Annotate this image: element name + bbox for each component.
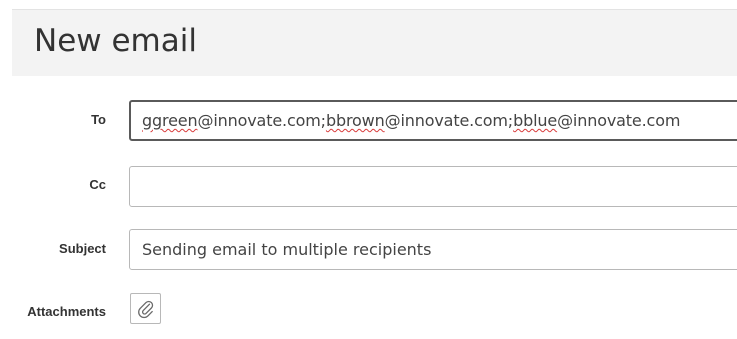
page-title: New email: [34, 23, 197, 59]
misspelled-recipient-text: ggreen: [142, 111, 198, 130]
compose-email-window: New email To ggreen@innovate.com;bbrown@…: [0, 0, 737, 339]
to-field[interactable]: ggreen@innovate.com;bbrown@innovate.com;…: [129, 100, 737, 141]
recipient-domain-text: @innovate.com;: [197, 111, 326, 130]
subject-label: Subject: [59, 241, 106, 256]
recipient-domain-text: @innovate.com: [557, 111, 681, 130]
paperclip-icon: [137, 300, 153, 318]
subject-field[interactable]: Sending email to multiple recipients: [129, 229, 737, 270]
recipient-domain-text: @innovate.com;: [384, 111, 514, 130]
compose-header: New email: [12, 10, 737, 76]
attachments-label: Attachments: [27, 304, 106, 319]
cc-label: Cc: [89, 177, 106, 192]
misspelled-recipient-text: bbrown: [325, 111, 385, 130]
attach-file-button[interactable]: [130, 293, 161, 324]
to-field-value: ggreen@innovate.com;bbrown@innovate.com;…: [142, 102, 680, 139]
cc-field[interactable]: [129, 166, 737, 207]
misspelled-recipient-text: bblue: [513, 111, 558, 130]
to-label: To: [91, 112, 106, 127]
